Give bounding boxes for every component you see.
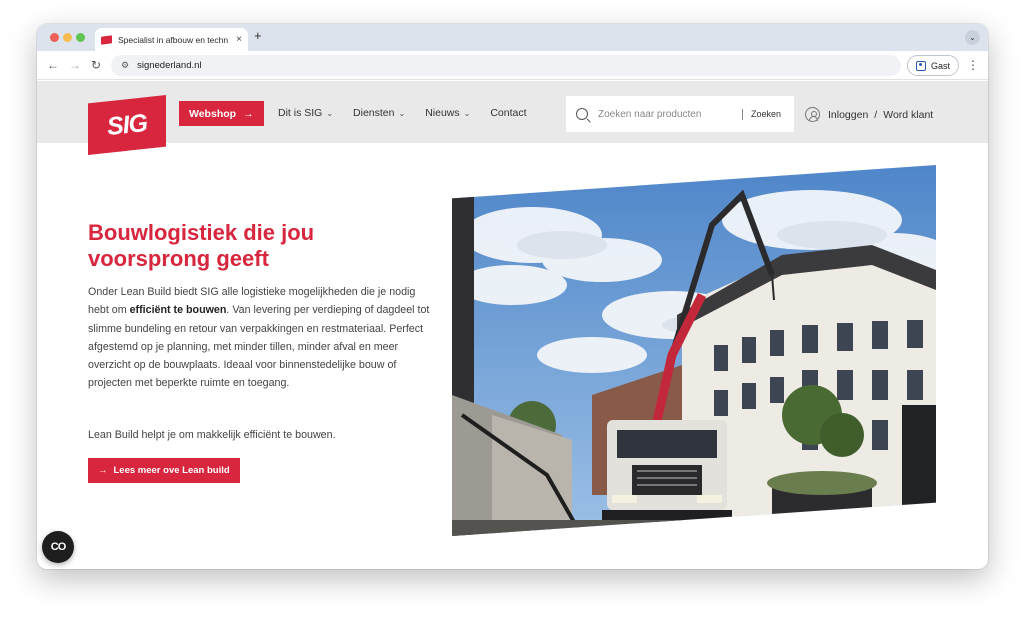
user-icon <box>805 107 820 122</box>
nav-label: Dit is SIG <box>278 107 323 119</box>
product-search: Zoeken <box>566 96 794 132</box>
tab-strip: Specialist in afbouw en techn × + ⌄ <box>37 24 988 51</box>
chevron-down-icon: ⌄ <box>398 108 406 118</box>
minimize-window-button[interactable] <box>63 33 72 42</box>
webshop-label: Webshop <box>189 107 237 120</box>
webshop-button[interactable]: Webshop → <box>179 101 264 126</box>
hero-text-bold: efficiënt te bouwen <box>129 304 227 317</box>
site-header: SIG Webshop → Dit is SIG ⌄ Diensten ⌄ Ni… <box>37 81 988 155</box>
close-window-button[interactable] <box>50 33 59 42</box>
browser-menu-icon[interactable]: ⋮ <box>967 58 979 72</box>
hero-photo-crane-truck <box>452 165 936 536</box>
profile-icon <box>915 60 926 71</box>
tab-title: Specialist in afbouw en techn <box>118 34 229 45</box>
nav-label: Nieuws <box>425 107 460 119</box>
search-input[interactable] <box>598 108 738 120</box>
nav-label: Diensten <box>353 107 395 119</box>
chat-button[interactable]: CO <box>42 531 74 563</box>
hero-subtext: Lean Build helpt je om makkelijk efficië… <box>88 429 336 441</box>
tab-search-button[interactable]: ⌄ <box>965 30 980 45</box>
profile-button[interactable]: Gast <box>906 55 959 76</box>
lean-build-button[interactable]: → Lees meer ove Lean build <box>88 458 240 483</box>
main-nav: Dit is SIG ⌄ Diensten ⌄ Nieuws ⌄ Contact <box>278 107 527 119</box>
browser-window: Specialist in afbouw en techn × + ⌄ ← → … <box>37 24 988 569</box>
new-tab-button[interactable]: + <box>254 28 262 43</box>
hero-text-end: . Van levering per verdieping of dagdeel… <box>88 304 430 390</box>
reload-button[interactable]: ↻ <box>91 58 101 72</box>
logo-text: SIG <box>105 108 149 141</box>
arrow-right-icon: → <box>98 465 108 476</box>
search-button[interactable]: Zoeken <box>751 109 781 119</box>
register-link[interactable]: Word klant <box>883 109 933 121</box>
account-links: Inloggen / Word klant <box>805 107 933 122</box>
nav-label: Contact <box>490 107 527 119</box>
chevron-down-icon: ⌄ <box>326 108 334 118</box>
nav-item-contact[interactable]: Contact <box>490 107 526 119</box>
url-text[interactable]: signederland.nl <box>137 60 201 71</box>
browser-toolbar: ← → ↻ ⚙ signederland.nl Gast ⋮ <box>37 51 988 80</box>
cta-label: Lees meer ove Lean build <box>113 465 230 476</box>
nav-item-nieuws[interactable]: Nieuws ⌄ <box>425 107 470 119</box>
chevron-down-icon: ⌄ <box>463 108 471 118</box>
site-info-icon[interactable]: ⚙ <box>121 60 129 71</box>
sig-favicon-icon <box>101 34 112 45</box>
nav-item-diensten[interactable]: Diensten ⌄ <box>353 107 405 119</box>
search-icon <box>576 108 588 120</box>
sig-logo[interactable]: SIG <box>88 95 166 155</box>
hero-text: Onder Lean Build biedt SIG alle logistie… <box>88 283 433 393</box>
account-separator: / <box>874 108 878 121</box>
nav-item-dit-is-sig[interactable]: Dit is SIG ⌄ <box>278 107 333 119</box>
tab-close-icon[interactable]: × <box>236 34 242 45</box>
browser-tab[interactable]: Specialist in afbouw en techn × <box>95 28 248 51</box>
maximize-window-button[interactable] <box>76 33 85 42</box>
back-button[interactable]: ← <box>47 58 59 72</box>
address-bar[interactable]: ⚙ signederland.nl <box>111 55 901 76</box>
arrow-right-icon: → <box>243 107 254 120</box>
search-divider <box>742 108 743 120</box>
profile-label: Gast <box>930 60 950 71</box>
login-link[interactable]: Inloggen <box>828 109 868 121</box>
hero-title: Bouwlogistiek die jou voorsprong geeft <box>88 220 315 271</box>
forward-button[interactable]: → <box>69 58 81 72</box>
